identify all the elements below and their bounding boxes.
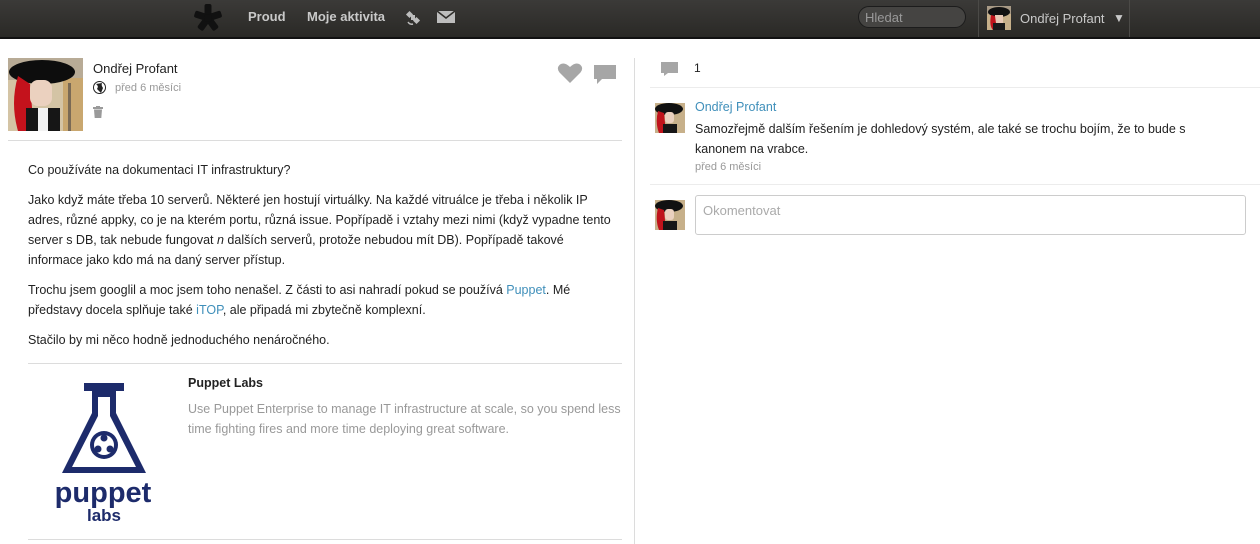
post-paragraph: Trochu jsem googlil a moc jsem toho nena… (28, 280, 622, 320)
text-emphasis: n (217, 233, 224, 247)
user-name: Ondřej Profant (1020, 11, 1105, 26)
text-span: , ale připadá mi zbytečně komplexní. (222, 303, 426, 317)
post-paragraph: Jako když máte třeba 10 serverů. Některé… (28, 190, 622, 270)
text-span: Trochu jsem googlil a moc jsem toho nena… (28, 283, 507, 297)
post-author[interactable]: Ondřej Profant (93, 61, 178, 76)
author-avatar[interactable] (8, 58, 83, 131)
comment-text: Samozřejmě dalším řešením je dohledový s… (695, 122, 1186, 156)
like-heart-icon[interactable] (557, 62, 583, 84)
user-menu[interactable]: Ondřej Profant ▼ (978, 0, 1130, 37)
comment-author-avatar[interactable] (655, 103, 685, 133)
puppet-link[interactable]: Puppet (506, 283, 546, 297)
og-divider-top (28, 363, 622, 364)
og-divider-bottom (28, 539, 622, 540)
comments-divider-bottom (650, 184, 1260, 185)
comment-timestamp[interactable]: před 6 měsíci (695, 161, 761, 173)
top-bar: Proud Moje aktivita Ondřej Profant ▼ (0, 0, 1260, 39)
puppet-labs-logo[interactable]: puppet labs (48, 383, 158, 525)
comment-icon[interactable] (593, 64, 617, 86)
comment-count: 1 (694, 61, 701, 75)
nav-stream[interactable]: Proud (248, 9, 286, 24)
asterisk-logo-icon[interactable] (193, 3, 223, 33)
chevron-down-icon[interactable]: ▼ (1113, 11, 1125, 25)
current-user-avatar (655, 200, 685, 230)
comments-divider-top (650, 87, 1260, 88)
column-divider (634, 58, 635, 544)
trash-icon[interactable] (93, 106, 103, 118)
globe-icon (93, 81, 106, 94)
comment-count-icon (661, 62, 678, 76)
post-body: Co používáte na dokumentaci IT infrastru… (28, 160, 622, 360)
og-title[interactable]: Puppet Labs (188, 376, 263, 390)
satellite-icon[interactable] (405, 10, 422, 26)
post-paragraph: Co používáte na dokumentaci IT infrastru… (28, 163, 291, 177)
user-avatar (987, 6, 1011, 30)
comment-author[interactable]: Ondřej Profant (695, 100, 776, 114)
logo-text-labs: labs (87, 506, 121, 525)
itop-link[interactable]: iTOP (196, 303, 223, 317)
post-paragraph: Stačilo by mi něco hodně jednoduchého ne… (28, 333, 330, 347)
new-comment-input[interactable] (695, 195, 1246, 235)
post-timestamp[interactable]: před 6 měsíci (115, 82, 181, 94)
nav-my-activity[interactable]: Moje aktivita (307, 9, 385, 24)
og-description: Use Puppet Enterprise to manage IT infra… (188, 402, 621, 436)
logo-text-puppet: puppet (55, 477, 152, 509)
mail-icon[interactable] (437, 10, 455, 24)
post-divider (8, 140, 622, 141)
search-input[interactable] (858, 6, 966, 28)
